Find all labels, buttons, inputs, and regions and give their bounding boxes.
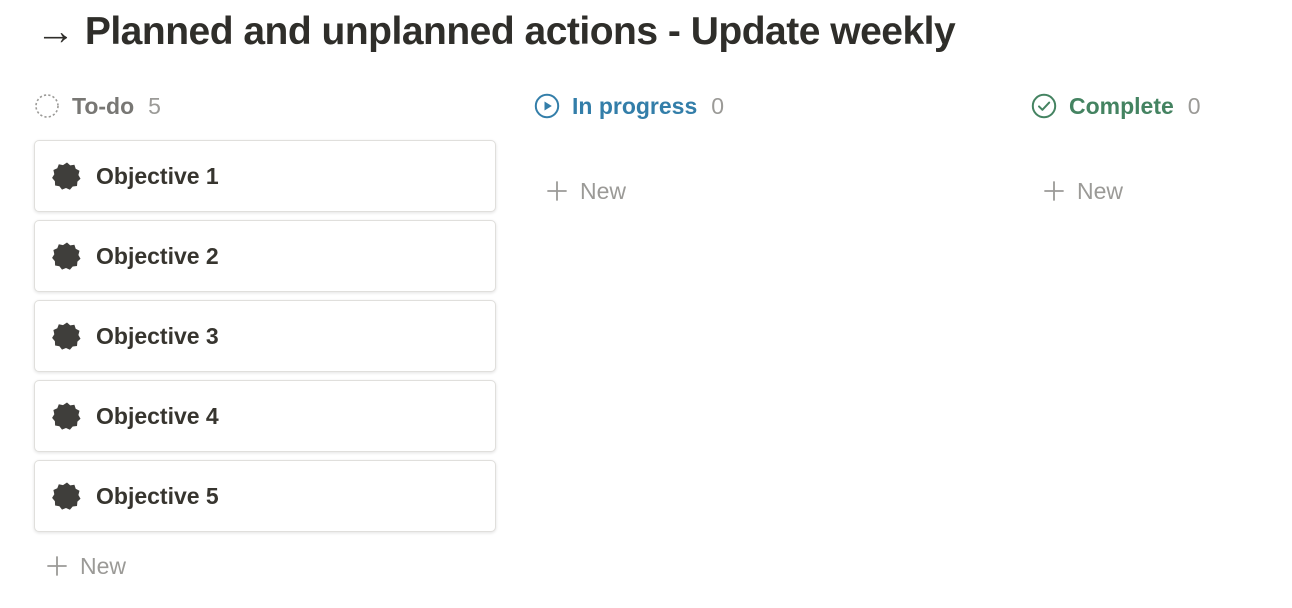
badge-icon: [52, 241, 82, 271]
column-todo: To-do 5 Objective 1 Objective 2 Objectiv…: [34, 86, 504, 584]
column-count: 0: [711, 92, 725, 119]
plus-icon: [546, 180, 568, 202]
card-objective-1[interactable]: Objective 1: [34, 140, 496, 212]
new-card-button-in-progress[interactable]: New: [534, 173, 1004, 209]
column-title: Complete: [1069, 92, 1174, 119]
badge-icon: [52, 401, 82, 431]
card-title: Objective 3: [96, 322, 219, 349]
badge-icon: [52, 321, 82, 351]
card-objective-5[interactable]: Objective 5: [34, 460, 496, 532]
new-card-button-todo[interactable]: New: [34, 548, 504, 584]
dotted-circle-icon: [34, 93, 60, 119]
column-count: 0: [1187, 92, 1201, 119]
column-header-complete[interactable]: Complete 0: [1031, 86, 1281, 126]
column-header-todo[interactable]: To-do 5: [34, 86, 504, 126]
plus-icon: [1043, 180, 1065, 202]
column-complete: Complete 0 New: [1031, 86, 1281, 209]
column-title: To-do: [72, 92, 135, 119]
column-header-in-progress[interactable]: In progress 0: [534, 86, 1004, 126]
column-title: In progress: [572, 92, 698, 119]
card-title: Objective 5: [96, 482, 219, 509]
card-list: Objective 1 Objective 2 Objective 3 Obje…: [34, 140, 504, 532]
badge-icon: [52, 481, 82, 511]
badge-icon: [52, 161, 82, 191]
card-title: Objective 1: [96, 162, 219, 189]
card-objective-3[interactable]: Objective 3: [34, 300, 496, 372]
column-in-progress: In progress 0 New: [534, 86, 1004, 209]
page-title: → Planned and unplanned actions - Update…: [36, 10, 956, 53]
new-label: New: [580, 177, 627, 204]
play-circle-icon: [534, 93, 560, 119]
new-label: New: [80, 552, 127, 579]
column-count: 5: [148, 92, 161, 119]
plus-icon: [46, 555, 68, 577]
card-objective-4[interactable]: Objective 4: [34, 380, 496, 452]
new-card-button-complete[interactable]: New: [1031, 173, 1281, 209]
new-label: New: [1077, 177, 1124, 204]
card-objective-2[interactable]: Objective 2: [34, 220, 496, 292]
card-title: Objective 4: [96, 402, 219, 429]
check-circle-icon: [1031, 93, 1057, 119]
card-title: Objective 2: [96, 242, 219, 269]
